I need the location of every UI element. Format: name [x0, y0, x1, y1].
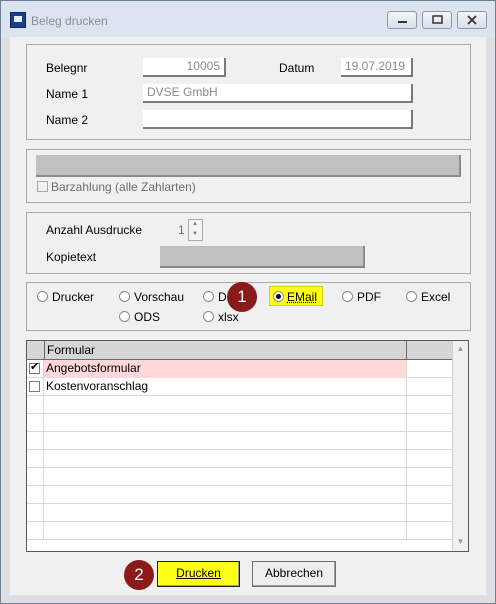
dialog-client: Belegnr 10005 Datum 19.07.2019 Name 1 DV… [10, 37, 486, 595]
radio-excel-label: Excel [421, 290, 451, 304]
cancel-button[interactable]: Abbrechen [252, 561, 336, 587]
maximize-icon [432, 15, 443, 24]
print-button[interactable]: Drucken [157, 561, 240, 587]
radio-vorschau-label: Vorschau [134, 290, 185, 304]
table-row[interactable]: Angebotsformular [27, 360, 453, 378]
radio-ods-label: ODS [134, 310, 161, 324]
table-row[interactable]: Kostenvoranschlag [27, 378, 453, 396]
radio-vorschau[interactable] [119, 291, 130, 302]
grid-header-formular[interactable]: Formular [44, 341, 407, 360]
radio-drucker[interactable] [37, 291, 48, 302]
datum-label: Datum [279, 61, 315, 75]
copy-text-label: Kopietext [46, 250, 97, 264]
copies-spinner[interactable]: ▲ ▼ [188, 219, 203, 241]
scroll-down-icon[interactable]: ▼ [453, 534, 468, 550]
window-title: Beleg drucken [31, 14, 108, 28]
form-grid[interactable]: Formular Angebotsformular Kostenvoransch… [26, 340, 469, 552]
payment-type-field[interactable] [36, 155, 461, 177]
output-group: Drucker Vorschau D 1 EMail PDF Excel ODS… [26, 282, 471, 331]
radio-d[interactable] [203, 291, 214, 302]
belegnr-label: Belegnr [46, 61, 88, 75]
radio-xlsx-label: xlsx [218, 310, 239, 324]
minimize-icon [398, 21, 407, 23]
table-row-empty [27, 468, 453, 486]
row-label: Angebotsformular [44, 360, 407, 378]
name1-field[interactable]: DVSE GmbH [143, 84, 413, 103]
maximize-button[interactable] [422, 11, 452, 29]
name2-field[interactable] [143, 110, 413, 129]
table-row-empty [27, 486, 453, 504]
annotation-badge-2: 2 [124, 560, 154, 590]
radio-drucker-label: Drucker [52, 290, 95, 304]
spin-up-icon[interactable]: ▲ [192, 221, 198, 227]
row-checkbox[interactable] [29, 381, 40, 392]
table-row-empty [27, 414, 453, 432]
app-icon [10, 12, 26, 28]
table-row-empty [27, 432, 453, 450]
radio-pdf[interactable] [342, 291, 353, 302]
table-row-empty [27, 450, 453, 468]
copies-group: Anzahl Ausdrucke 1 ▲ ▼ Kopietext [26, 212, 471, 274]
scroll-up-icon[interactable]: ▲ [453, 341, 468, 357]
title-bar[interactable]: Beleg drucken [1, 1, 495, 37]
print-button-label: Drucken [176, 566, 221, 580]
radio-email[interactable] [273, 291, 284, 302]
row-checkbox-cell[interactable] [27, 360, 44, 378]
radio-pdf-label: PDF [357, 290, 381, 304]
belegnr-field[interactable]: 10005 [143, 58, 226, 77]
radio-email-label: EMail [287, 290, 318, 304]
name2-label: Name 2 [46, 113, 89, 127]
payment-group: Barzahlung (alle Zahlarten) [26, 149, 471, 203]
annotation-badge-1: 1 [227, 282, 257, 312]
table-row-empty [27, 396, 453, 414]
radio-ods[interactable] [119, 311, 130, 322]
spin-down-icon[interactable]: ▼ [192, 231, 198, 237]
cash-payment-checkbox[interactable] [37, 181, 48, 192]
row-label: Kostenvoranschlag [44, 378, 407, 396]
name1-label: Name 1 [46, 87, 89, 101]
copies-label: Anzahl Ausdrucke [46, 223, 143, 237]
close-icon [467, 15, 477, 25]
close-button[interactable] [457, 11, 487, 29]
radio-excel[interactable] [406, 291, 417, 302]
radio-d-label: D [218, 290, 227, 304]
grid-scrollbar[interactable]: ▲ ▼ [452, 341, 468, 551]
table-row-empty [27, 504, 453, 522]
table-row-empty [27, 522, 453, 540]
minimize-button[interactable] [387, 11, 417, 29]
document-group: Belegnr 10005 Datum 19.07.2019 Name 1 DV… [26, 44, 471, 140]
datum-field[interactable]: 19.07.2019 [341, 58, 413, 77]
cash-payment-label: Barzahlung (alle Zahlarten) [51, 180, 196, 194]
row-checkbox[interactable] [29, 360, 40, 374]
dialog-window: Beleg drucken Belegnr 10005 Datum 19.07.… [0, 0, 496, 604]
grid-header: Formular [27, 341, 453, 360]
row-checkbox-cell[interactable] [27, 378, 44, 396]
radio-xlsx[interactable] [203, 311, 214, 322]
copies-value[interactable]: 1 [178, 223, 185, 237]
copy-text-field[interactable] [160, 246, 365, 268]
